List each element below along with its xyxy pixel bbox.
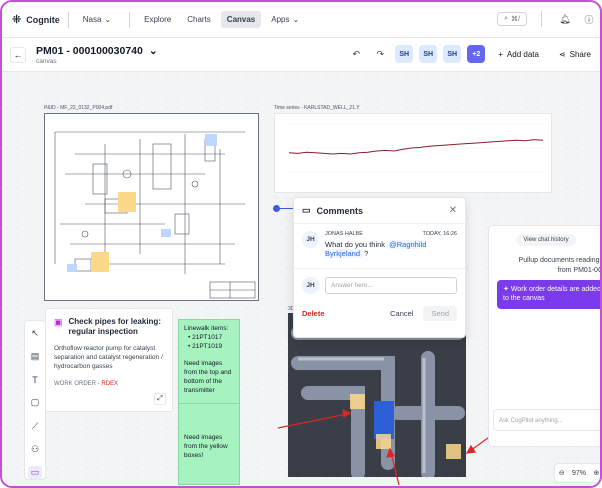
back-button[interactable]: ← — [10, 46, 26, 63]
comment-message-suffix: ? — [364, 249, 369, 258]
avatar: JH — [302, 231, 319, 248]
canvas-header: ← PM01 - 000100030740 ⌄ canvas ↶ ↷ SH SH… — [2, 38, 600, 72]
top-nav: ⁜ Cognite Nasa ⌄ Explore Charts Canvas A… — [2, 2, 600, 38]
add-data-label: Add data — [506, 49, 539, 59]
comment-tool-icon[interactable]: ▭ — [28, 465, 42, 479]
comments-title: Comments — [316, 205, 364, 216]
nav-divider — [67, 11, 69, 28]
user-message: Pullup documents readings from PM01-0C — [518, 257, 602, 274]
bot-message: ✦ Work order details are added to the ca… — [497, 280, 601, 309]
app-frame: ⁜ Cognite Nasa ⌄ Explore Charts Canvas A… — [0, 0, 602, 488]
app-name: Cognite — [26, 14, 60, 25]
plus-icon: + — [498, 49, 503, 59]
zoom-in-icon[interactable]: ⊕ — [593, 469, 599, 477]
text-tool-icon[interactable]: T — [28, 373, 42, 386]
sparkle-icon: ✦ — [503, 286, 509, 293]
reply-input[interactable]: Answer here... — [325, 277, 457, 294]
search-shortcut: ⌘/ — [511, 16, 520, 23]
canvas-title-block: PM01 - 000100030740 ⌄ canvas — [36, 45, 158, 65]
app-logo[interactable]: ⁜ Cognite — [12, 13, 60, 26]
copilot-input[interactable]: Ask CogPilot anything... — [493, 409, 600, 431]
avatar: JH — [302, 277, 319, 294]
comments-panel: ▭ Comments ✕ JH JONAS HALBE TODAY, 16:26… — [293, 197, 466, 338]
comments-header: ▭ Comments ✕ — [294, 198, 465, 224]
zoom-out-icon[interactable]: ⊖ — [559, 469, 565, 477]
project-name: Nasa — [82, 15, 102, 24]
project-selector[interactable]: Nasa ⌄ — [77, 11, 117, 28]
nav-item-charts[interactable]: Charts — [181, 11, 217, 28]
collaborator-avatar[interactable]: SH — [395, 45, 414, 63]
nav-item-apps-label: Apps — [271, 15, 290, 24]
redo-icon[interactable]: ↷ — [371, 45, 389, 63]
nav-item-explore[interactable]: Explore — [138, 11, 177, 28]
comment-meta: JONAS HALBE TODAY, 16:26 — [325, 231, 457, 237]
canvas-toolbar: ↖ ▤ T ▢ ⟋ ⚇ ▭ — [24, 320, 46, 480]
add-data-button[interactable]: + Add data — [491, 46, 546, 63]
canvas-title-row[interactable]: PM01 - 000100030740 ⌄ — [36, 45, 158, 57]
comment-item: JH JONAS HALBE TODAY, 16:26 What do you … — [294, 224, 465, 258]
notifications-icon[interactable]: 🔔︎ — [556, 10, 574, 28]
share-label: Share — [569, 49, 591, 59]
delete-button[interactable]: Delete — [302, 309, 325, 318]
chevron-down-icon: ⌄ — [292, 15, 300, 24]
undo-icon[interactable]: ↶ — [347, 45, 365, 63]
comment-author: JONAS HALBE — [325, 231, 363, 237]
send-button[interactable]: Send — [423, 306, 457, 321]
close-icon[interactable]: ✕ — [449, 205, 457, 216]
nav-divider — [541, 11, 542, 27]
sticky-tool-icon[interactable]: ▤ — [28, 350, 42, 363]
connector-tool-icon[interactable]: ⚇ — [28, 443, 42, 456]
shape-tool-icon[interactable]: ▢ — [28, 396, 42, 409]
chevron-down-icon: ⌄ — [148, 44, 158, 57]
nav-item-apps[interactable]: Apps ⌄ — [265, 11, 305, 28]
nav-item-canvas[interactable]: Canvas — [220, 11, 262, 28]
chevron-down-icon: ⌄ — [104, 15, 112, 24]
collaborator-avatar[interactable]: SH — [443, 45, 462, 63]
copilot-panel: View chat history Pullup documents readi… — [488, 225, 602, 447]
share-button[interactable]: ⋖ Share — [552, 46, 598, 63]
select-tool-icon[interactable]: ↖ — [28, 327, 42, 340]
history-row: View chat history — [489, 234, 600, 246]
comment-timestamp: TODAY, 16:26 — [422, 231, 457, 237]
collaborator-avatar[interactable]: SH — [419, 45, 438, 63]
search-icon: ⌕ — [504, 15, 509, 22]
comment-anchor-line — [279, 208, 294, 209]
comment-message-text: What do you think — [325, 240, 386, 249]
canvas-area[interactable]: P&ID - MF_22_0132_P004.pdf Time series -… — [2, 73, 602, 486]
canvas-subtitle: canvas — [36, 57, 57, 65]
canvas-header-actions: ↶ ↷ SH SH SH +2 + Add data ⋖ Share — [347, 45, 598, 63]
cognite-logo-icon: ⁜ — [12, 14, 22, 26]
collaborators-more-badge[interactable]: +2 — [467, 45, 486, 63]
comments-actions: Delete Cancel Send — [294, 294, 465, 321]
zoom-controls: ⊖ 97% ⊕ — [554, 463, 600, 483]
reply-row: JH Answer here... — [294, 277, 465, 294]
nav-divider — [129, 11, 131, 28]
comment-icon: ▭ — [302, 205, 311, 215]
bot-message-text: Work order details are added to the canv… — [503, 286, 601, 303]
comment-content: JONAS HALBE TODAY, 16:26 What do you thi… — [325, 231, 457, 258]
zoom-level: 97% — [571, 469, 586, 477]
share-icon: ⋖ — [558, 49, 566, 59]
comment-message: What do you think @Ragnhild Byrkjeland ? — [325, 240, 457, 258]
help-icon[interactable]: ⓘ — [580, 10, 598, 28]
canvas-title: PM01 - 000100030740 — [36, 44, 143, 57]
nav-right: ⌕ ⌘/ 🔔︎ ⓘ — [497, 10, 598, 28]
line-tool-icon[interactable]: ⟋ — [28, 420, 42, 433]
cancel-button[interactable]: Cancel — [390, 309, 413, 318]
search-button[interactable]: ⌕ ⌘/ — [497, 12, 527, 26]
arrow-left-icon: ← — [13, 49, 23, 60]
comments-divider — [294, 268, 465, 269]
view-chat-history-button[interactable]: View chat history — [516, 234, 576, 246]
